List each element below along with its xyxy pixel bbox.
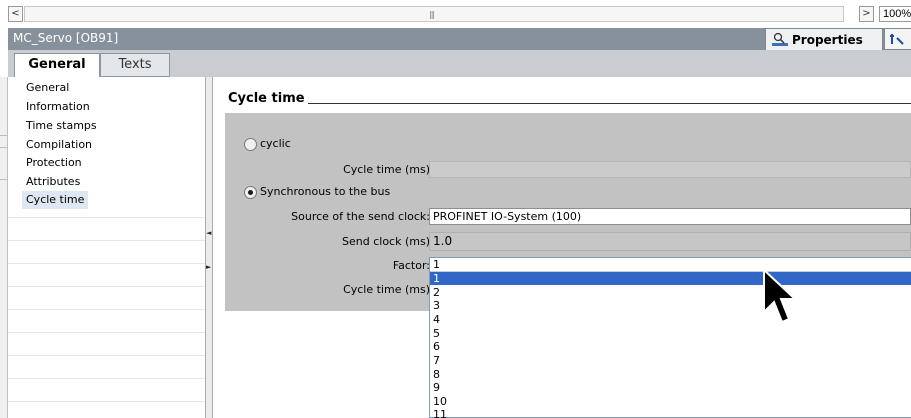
factor-option[interactable]: 1 bbox=[430, 272, 911, 285]
mouse-cursor-icon bbox=[763, 268, 798, 324]
factor-dropdown[interactable]: 1 1 2 3 4 5 6 7 8 9 10 11 bbox=[429, 257, 911, 418]
nav-item-general[interactable]: General bbox=[22, 79, 73, 97]
magnifier-icon bbox=[772, 32, 788, 46]
nav-item-compilation[interactable]: Compilation bbox=[22, 136, 96, 154]
info-icon bbox=[890, 34, 904, 45]
factor-dropdown-value[interactable]: 1 bbox=[430, 258, 911, 272]
section-title: Cycle time bbox=[228, 91, 311, 106]
send-clock-source-field[interactable]: PROFINET IO-System (100) bbox=[429, 208, 911, 225]
cycle-time-result-label: Cycle time (ms) bbox=[343, 283, 430, 296]
properties-tab-label: Properties bbox=[792, 33, 863, 47]
property-navigation: General Information Time stamps Compilat… bbox=[8, 77, 205, 418]
factor-label: Factor: bbox=[392, 259, 430, 272]
send-clock-field: 1.0 bbox=[429, 232, 911, 251]
scroll-right-button[interactable]: > bbox=[859, 6, 874, 22]
cycle-time-label: Cycle time (ms) bbox=[343, 163, 430, 176]
info-tab[interactable] bbox=[884, 28, 911, 50]
factor-option[interactable]: 8 bbox=[430, 368, 911, 381]
factor-option[interactable]: 10 bbox=[430, 395, 911, 408]
send-clock-source-label: Source of the send clock: bbox=[291, 210, 430, 223]
tab-general[interactable]: General bbox=[14, 53, 100, 77]
factor-option[interactable]: 5 bbox=[430, 327, 911, 340]
nav-item-attributes[interactable]: Attributes bbox=[22, 173, 84, 191]
cycle-time-field bbox=[429, 161, 911, 178]
scroll-grip-icon[interactable]: ||| bbox=[429, 10, 435, 19]
synchronous-radio[interactable] bbox=[244, 186, 257, 199]
synchronous-label: Synchronous to the bus bbox=[260, 185, 391, 198]
properties-tab[interactable]: Properties bbox=[765, 28, 883, 52]
horizontal-scrollbar[interactable]: < ||| > 100% bbox=[0, 0, 911, 28]
outer-left-strip bbox=[0, 77, 8, 418]
scroll-track[interactable]: ||| bbox=[24, 6, 844, 22]
factor-option[interactable]: 6 bbox=[430, 340, 911, 353]
factor-option[interactable]: 11 bbox=[430, 408, 911, 418]
nav-item-cycle-time[interactable]: Cycle time bbox=[22, 191, 89, 209]
tab-texts[interactable]: Texts bbox=[100, 53, 170, 77]
factor-option[interactable]: 9 bbox=[430, 381, 911, 394]
window-title: MC_Servo [OB91] bbox=[13, 31, 119, 45]
cyclic-label: cyclic bbox=[260, 137, 291, 150]
expand-right-icon[interactable]: ► bbox=[206, 263, 212, 271]
factor-option[interactable]: 2 bbox=[430, 286, 911, 299]
factor-option[interactable]: 3 bbox=[430, 299, 911, 312]
scroll-left-button[interactable]: < bbox=[8, 6, 23, 22]
nav-item-protection[interactable]: Protection bbox=[22, 154, 86, 172]
send-clock-label: Send clock (ms) bbox=[342, 235, 430, 248]
panel-splitter[interactable]: ◄ ► bbox=[205, 77, 213, 418]
section-divider bbox=[308, 103, 911, 104]
nav-item-time-stamps[interactable]: Time stamps bbox=[22, 117, 101, 135]
factor-option[interactable]: 4 bbox=[430, 313, 911, 326]
inspector-title-bar: MC_Servo [OB91] Properties bbox=[8, 28, 911, 52]
tab-row: General Texts bbox=[8, 50, 911, 77]
cyclic-radio[interactable] bbox=[244, 138, 257, 151]
zoom-level-field[interactable]: 100% bbox=[879, 6, 911, 22]
collapse-left-icon[interactable]: ◄ bbox=[206, 229, 212, 237]
nav-item-information[interactable]: Information bbox=[22, 98, 94, 116]
factor-option[interactable]: 7 bbox=[430, 354, 911, 367]
